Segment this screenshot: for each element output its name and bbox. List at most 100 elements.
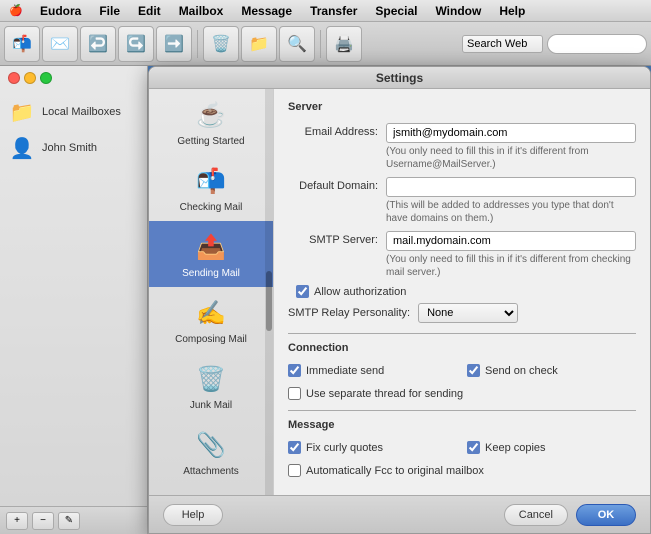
check-mail-button[interactable]: 📬 [4, 26, 40, 62]
smtp-server-input[interactable] [386, 231, 636, 251]
composing-mail-nav[interactable]: ✍️ Composing Mail [149, 287, 273, 353]
immediate-send-checkbox[interactable] [288, 364, 301, 377]
default-domain-hint: (This will be added to addresses you typ… [386, 199, 636, 225]
email-address-row: Email Address: (You only need to fill th… [288, 123, 636, 171]
fix-curly-quotes-label: Fix curly quotes [306, 442, 383, 454]
print-button[interactable]: 🖨️ [326, 26, 362, 62]
immediate-send-row: Immediate send [288, 364, 457, 377]
auto-fcc-label: Automatically Fcc to original mailbox [306, 465, 484, 477]
email-address-field-container: (You only need to fill this in if it's d… [386, 123, 636, 171]
sidebar-scroll-thumb [266, 271, 272, 331]
attachments-label: Attachments [183, 466, 239, 477]
delete-button[interactable]: 🗑️ [203, 26, 239, 62]
minimize-button[interactable] [24, 72, 36, 84]
email-address-input[interactable] [386, 123, 636, 143]
apple-menu[interactable]: 🍎 [8, 3, 24, 19]
reply-button[interactable]: ↩️ [80, 26, 116, 62]
cancel-button[interactable]: Cancel [504, 504, 568, 526]
find-button[interactable]: 🔍 [279, 26, 315, 62]
ok-button[interactable]: OK [576, 504, 636, 526]
server-section-label: Server [288, 101, 636, 115]
checking-mail-label: Checking Mail [180, 202, 243, 213]
edit-mailbox-button[interactable]: ✎ [58, 512, 80, 530]
replying-nav[interactable]: ↩️ Replying [149, 485, 273, 495]
keep-copies-checkbox[interactable] [467, 441, 480, 454]
message-divider [288, 410, 636, 411]
compose-button[interactable]: ✉️ [42, 26, 78, 62]
default-domain-label: Default Domain: [288, 177, 378, 192]
replying-icon: ↩️ [193, 493, 229, 495]
smtp-server-row: SMTP Server: (You only need to fill this… [288, 231, 636, 279]
send-on-check-checkbox[interactable] [467, 364, 480, 377]
menubar-message[interactable]: Message [233, 2, 300, 20]
sending-mail-icon: 📤 [193, 229, 229, 265]
smtp-server-hint: (You only need to fill this in if it's d… [386, 253, 636, 279]
sending-mail-nav[interactable]: 📤 Sending Mail [149, 221, 273, 287]
local-mailboxes-label: Local Mailboxes [42, 106, 121, 118]
delete-mailbox-button[interactable]: − [32, 512, 54, 530]
traffic-lights [0, 66, 147, 90]
composing-mail-label: Composing Mail [175, 334, 247, 345]
smtp-relay-label: SMTP Relay Personality: [288, 307, 410, 319]
settings-sidebar: ☕ Getting Started 📬 Checking Mail 📤 Send… [149, 89, 274, 495]
attachments-nav[interactable]: 📎 Attachments [149, 419, 273, 485]
separate-thread-label: Use separate thread for sending [306, 388, 463, 400]
menubar-edit[interactable]: Edit [130, 2, 169, 20]
john-smith-label: John Smith [42, 142, 97, 154]
fix-curly-quotes-checkbox[interactable] [288, 441, 301, 454]
local-mailboxes-icon: 📁 [8, 98, 36, 126]
reply-all-button[interactable]: ↪️ [118, 26, 154, 62]
menubar-file[interactable]: File [91, 2, 128, 20]
separate-thread-checkbox[interactable] [288, 387, 301, 400]
sidebar-scrollbar[interactable] [265, 89, 273, 495]
footer-right: Cancel OK [504, 504, 636, 526]
immediate-send-label: Immediate send [306, 365, 384, 377]
checking-mail-icon: 📬 [193, 163, 229, 199]
search-input[interactable] [547, 34, 647, 54]
allow-auth-row: Allow authorization [296, 285, 636, 298]
menubar: 🍎 Eudora File Edit Mailbox Message Trans… [0, 0, 651, 22]
send-on-check-label: Send on check [485, 365, 558, 377]
menubar-window[interactable]: Window [427, 2, 489, 20]
default-domain-input[interactable] [386, 177, 636, 197]
dialog-body: ☕ Getting Started 📬 Checking Mail 📤 Send… [149, 89, 650, 495]
john-smith-item[interactable]: 👤 John Smith [0, 130, 147, 166]
smtp-server-field-container: (You only need to fill this in if it's d… [386, 231, 636, 279]
left-panel: 📁 Local Mailboxes 👤 John Smith + − ✎ [0, 66, 148, 534]
email-address-hint: (You only need to fill this in if it's d… [386, 145, 636, 171]
fix-curly-quotes-row: Fix curly quotes [288, 441, 457, 454]
junk-mail-label: Junk Mail [190, 400, 232, 411]
close-button[interactable] [8, 72, 20, 84]
junk-mail-nav[interactable]: 🗑️ Junk Mail [149, 353, 273, 419]
keep-copies-row: Keep copies [467, 441, 636, 454]
menubar-transfer[interactable]: Transfer [302, 2, 365, 20]
menubar-help[interactable]: Help [491, 2, 533, 20]
auto-fcc-row: Automatically Fcc to original mailbox [288, 464, 636, 477]
getting-started-nav[interactable]: ☕ Getting Started [149, 89, 273, 155]
mailbox-bottom-bar: + − ✎ [0, 506, 147, 534]
smtp-relay-select[interactable]: None [418, 303, 518, 323]
allow-auth-checkbox[interactable] [296, 285, 309, 298]
smtp-server-label: SMTP Server: [288, 231, 378, 246]
sending-mail-label: Sending Mail [182, 268, 240, 279]
keep-copies-label: Keep copies [485, 442, 546, 454]
maximize-button[interactable] [40, 72, 52, 84]
checking-mail-nav[interactable]: 📬 Checking Mail [149, 155, 273, 221]
dialog-title: Settings [376, 71, 423, 85]
menubar-mailbox[interactable]: Mailbox [171, 2, 232, 20]
mailbox-button[interactable]: 📁 [241, 26, 277, 62]
add-mailbox-button[interactable]: + [6, 512, 28, 530]
help-button[interactable]: Help [163, 504, 223, 526]
auto-fcc-checkbox[interactable] [288, 464, 301, 477]
junk-mail-icon: 🗑️ [193, 361, 229, 397]
smtp-relay-row: SMTP Relay Personality: None [288, 303, 636, 323]
menubar-special[interactable]: Special [367, 2, 425, 20]
forward-button[interactable]: ➡️ [156, 26, 192, 62]
message-checkboxes-top: Fix curly quotes Keep copies [288, 441, 636, 459]
local-mailboxes-item[interactable]: 📁 Local Mailboxes [0, 94, 147, 130]
composing-mail-icon: ✍️ [193, 295, 229, 331]
menubar-eudora[interactable]: Eudora [32, 2, 89, 20]
search-dropdown[interactable]: Search Web [462, 35, 543, 53]
menubar-items: Eudora File Edit Mailbox Message Transfe… [32, 2, 533, 20]
dialog-footer: Help Cancel OK [149, 495, 650, 533]
